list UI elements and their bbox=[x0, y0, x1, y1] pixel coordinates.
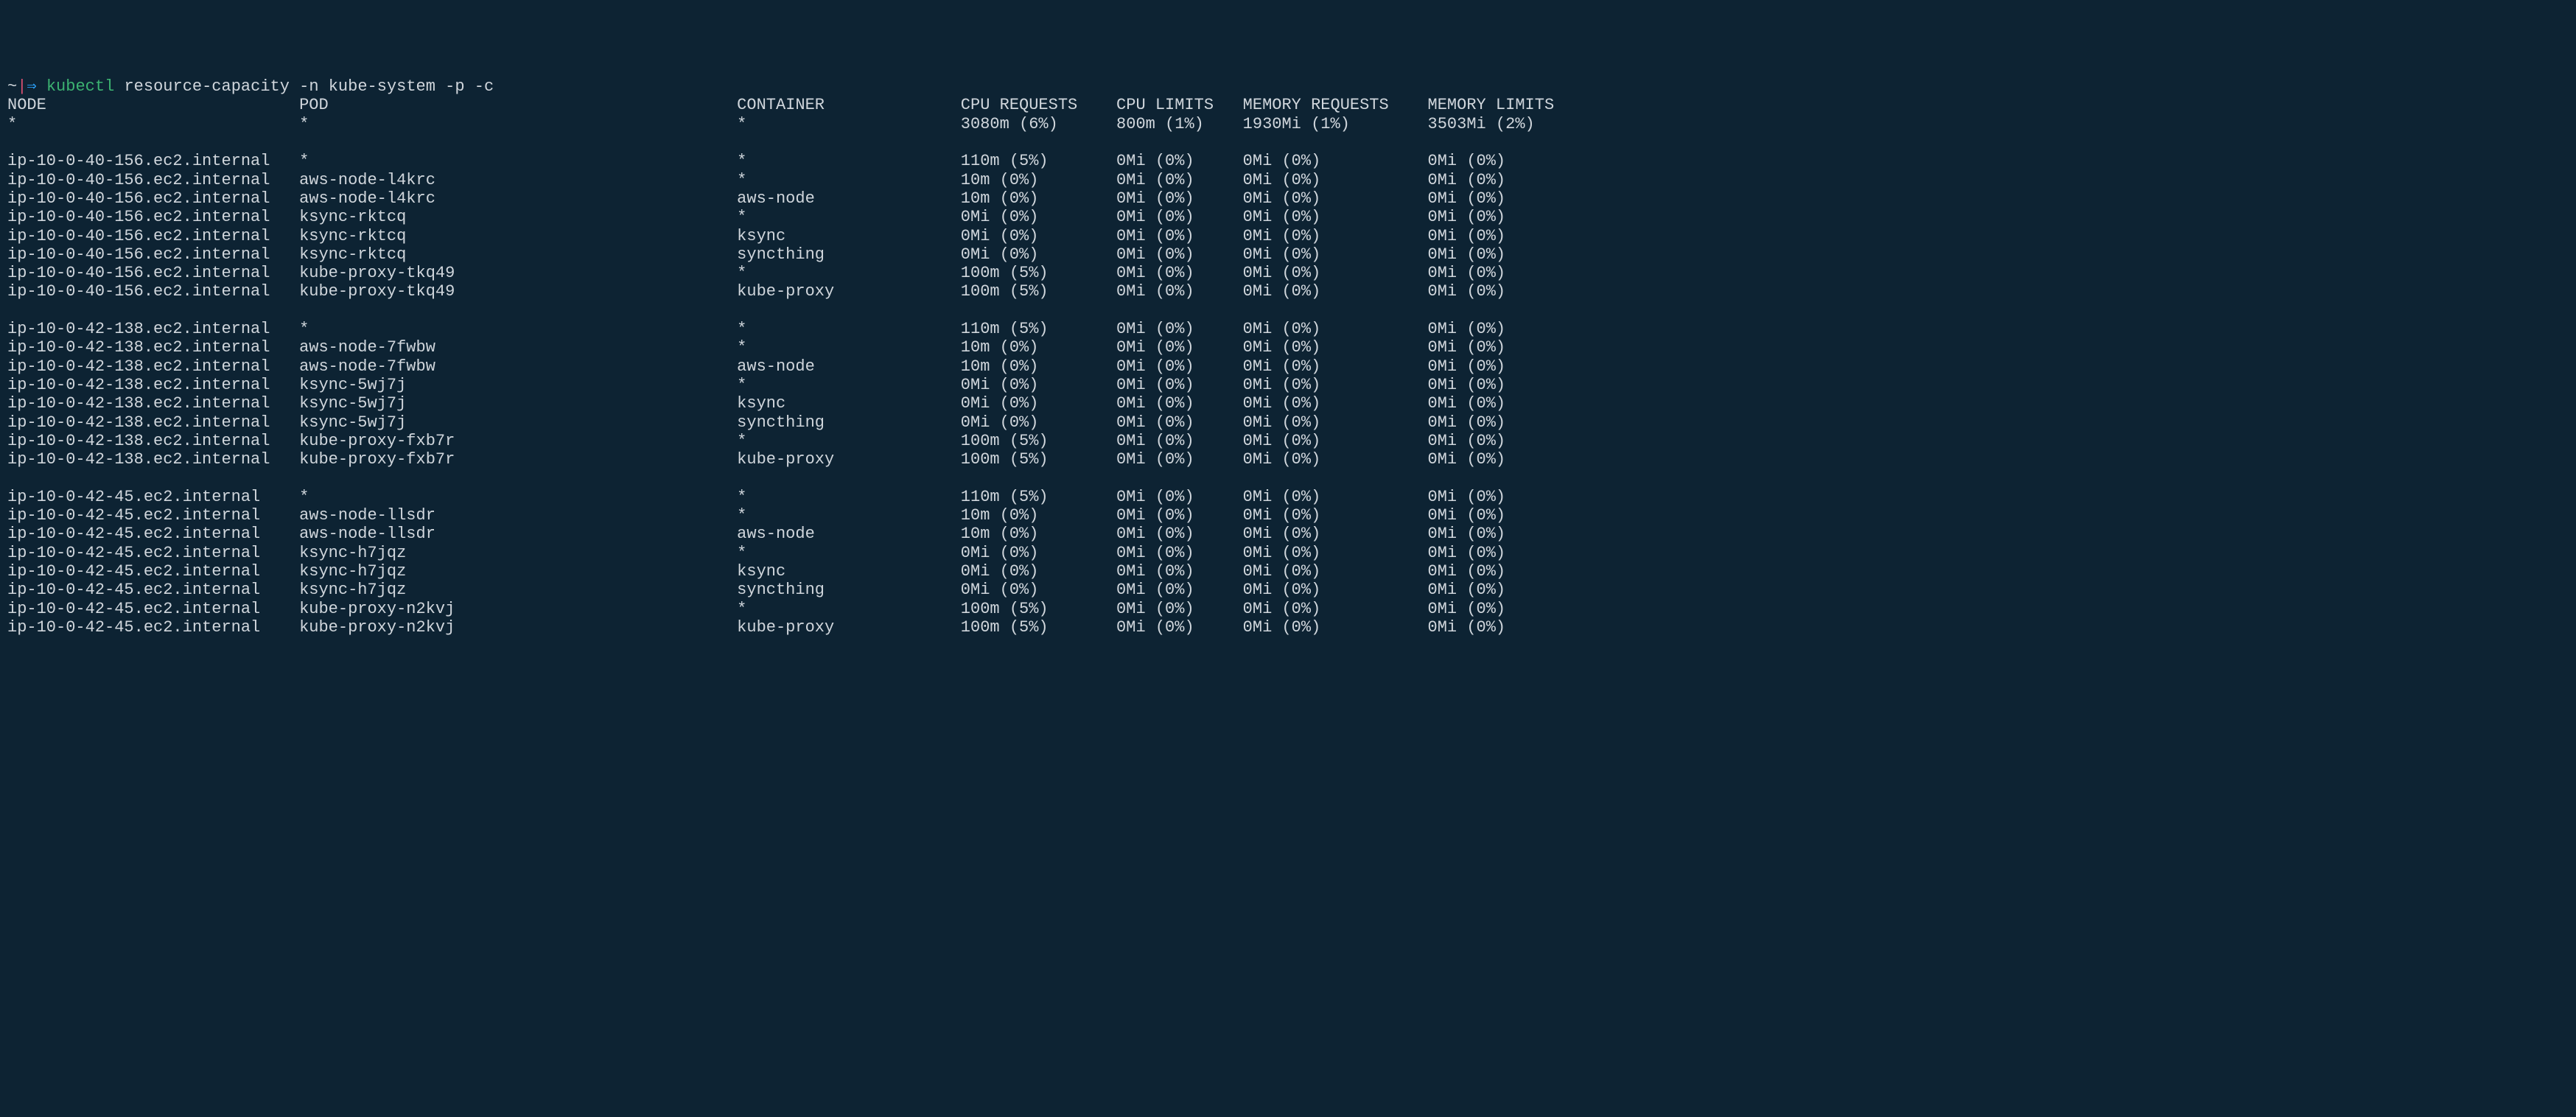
table-row: ip-10-0-42-138.ec2.internal ksync-5wj7j … bbox=[7, 394, 2569, 413]
table-row: ip-10-0-42-138.ec2.internal ksync-5wj7j … bbox=[7, 413, 2569, 432]
table-row: ip-10-0-42-138.ec2.internal ksync-5wj7j … bbox=[7, 376, 2569, 394]
table-row: ip-10-0-42-45.ec2.internal ksync-h7jqz k… bbox=[7, 562, 2569, 581]
table-row: ip-10-0-40-156.ec2.internal aws-node-l4k… bbox=[7, 171, 2569, 189]
command-name: kubectl bbox=[46, 77, 114, 96]
totals-row: * * * 3080m (6%) 800m (1%) 1930Mi (1%) 3… bbox=[7, 115, 2569, 133]
blank-row bbox=[7, 133, 2569, 152]
table-row: ip-10-0-40-156.ec2.internal * * 110m (5%… bbox=[7, 152, 2569, 170]
table-row: ip-10-0-40-156.ec2.internal kube-proxy-t… bbox=[7, 282, 2569, 301]
table-row: ip-10-0-42-138.ec2.internal kube-proxy-f… bbox=[7, 432, 2569, 450]
table-row: ip-10-0-42-45.ec2.internal ksync-h7jqz *… bbox=[7, 544, 2569, 562]
blank-row bbox=[7, 301, 2569, 320]
prompt-arrow: ⇒ bbox=[27, 77, 46, 96]
table-row: ip-10-0-40-156.ec2.internal kube-proxy-t… bbox=[7, 264, 2569, 282]
table-row: ip-10-0-42-45.ec2.internal * * 110m (5%)… bbox=[7, 488, 2569, 506]
table-row: ip-10-0-42-138.ec2.internal aws-node-7fw… bbox=[7, 338, 2569, 357]
prompt-tilde: ~ bbox=[7, 77, 17, 96]
prompt-pipe: | bbox=[17, 77, 27, 96]
blank-row bbox=[7, 469, 2569, 487]
table-row: ip-10-0-42-138.ec2.internal * * 110m (5%… bbox=[7, 320, 2569, 338]
table-row: ip-10-0-42-45.ec2.internal aws-node-llsd… bbox=[7, 506, 2569, 525]
table-row: ip-10-0-40-156.ec2.internal aws-node-l4k… bbox=[7, 189, 2569, 208]
table-row: ip-10-0-40-156.ec2.internal ksync-rktcq … bbox=[7, 245, 2569, 264]
table-row: ip-10-0-40-156.ec2.internal ksync-rktcq … bbox=[7, 208, 2569, 226]
table-header-row: NODE POD CONTAINER CPU REQUESTS CPU LIMI… bbox=[7, 96, 2569, 114]
table-row: ip-10-0-42-138.ec2.internal kube-proxy-f… bbox=[7, 450, 2569, 469]
command-args: resource-capacity -n kube-system -p -c bbox=[114, 77, 494, 96]
table-row: ip-10-0-42-45.ec2.internal kube-proxy-n2… bbox=[7, 600, 2569, 618]
terminal-output: ~|⇒ kubectl resource-capacity -n kube-sy… bbox=[7, 77, 2569, 637]
table-row: ip-10-0-42-138.ec2.internal aws-node-7fw… bbox=[7, 357, 2569, 376]
prompt-line: ~|⇒ kubectl resource-capacity -n kube-sy… bbox=[7, 77, 2569, 96]
table-row: ip-10-0-42-45.ec2.internal kube-proxy-n2… bbox=[7, 618, 2569, 637]
table-row: ip-10-0-40-156.ec2.internal ksync-rktcq … bbox=[7, 227, 2569, 245]
table-row: ip-10-0-42-45.ec2.internal ksync-h7jqz s… bbox=[7, 581, 2569, 599]
table-row: ip-10-0-42-45.ec2.internal aws-node-llsd… bbox=[7, 525, 2569, 543]
